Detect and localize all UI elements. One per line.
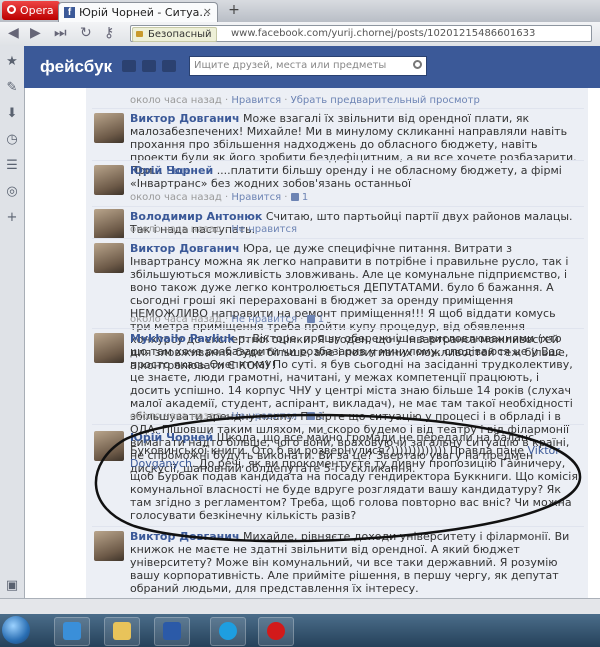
comment: Володимир Антонюк Считаю, што партьойці … bbox=[92, 206, 584, 239]
comment-meta: около часа назад · Нравится · Убрать пре… bbox=[130, 95, 480, 106]
key-icon[interactable]: ⚷ bbox=[104, 25, 114, 41]
friend-requests-icon[interactable] bbox=[122, 60, 136, 72]
comment-body: Юрій Чорней ....платити більшу оренду і … bbox=[130, 164, 562, 190]
search-icon[interactable] bbox=[413, 60, 422, 69]
comment-meta: около часа назад · Не нравится bbox=[130, 224, 297, 235]
facebook-search-input[interactable]: Ищите друзей, места или предметы bbox=[189, 56, 427, 76]
unlike-link[interactable]: Не нравится bbox=[231, 224, 297, 235]
opera-side-panel: ★ ✎ ⬇ ◷ ☰ ◎ + ▣ bbox=[0, 46, 25, 614]
comment-body: Юрій Чорней Шкода, що все майно громади … bbox=[130, 431, 578, 522]
avatar[interactable] bbox=[94, 531, 124, 561]
like-link[interactable]: Нравится bbox=[231, 192, 281, 203]
forward-icon[interactable]: ▶ bbox=[30, 25, 41, 41]
file-explorer-button[interactable] bbox=[104, 617, 140, 646]
bookmarks-star-icon[interactable]: ★ bbox=[4, 54, 20, 70]
comment-meta: около часа назад · Нравится · 1 bbox=[130, 192, 309, 203]
tab-title: Юрій Чорней - Ситуа... bbox=[79, 6, 210, 19]
facebook-favicon-icon: f bbox=[64, 7, 75, 18]
close-tab-icon[interactable]: × bbox=[203, 5, 212, 18]
like-icon bbox=[290, 193, 299, 201]
address-toolbar: ◀ ▶ ⏭ ↻ ⚷ Безопасный www.facebook.com/yu… bbox=[0, 22, 600, 47]
word-button[interactable] bbox=[154, 617, 190, 646]
avatar[interactable] bbox=[94, 333, 124, 363]
browser-tab-strip: Opera f Юрій Чорней - Ситуа... × + bbox=[0, 0, 600, 23]
reload-icon[interactable]: ↻ bbox=[80, 25, 92, 41]
skype-button[interactable] bbox=[210, 617, 246, 646]
notifications-icon[interactable] bbox=[162, 60, 176, 72]
facebook-header: фейсбук Ищите друзей, места или предметы bbox=[24, 46, 600, 88]
comment: Юрій Чорней Шкода, що все майно громади … bbox=[92, 424, 584, 525]
like-count[interactable]: 1 bbox=[318, 411, 324, 422]
comment: Виктор Довганич Може взагалі їх звільнит… bbox=[92, 108, 584, 177]
url-text[interactable]: www.facebook.com/yurij.chornej/posts/102… bbox=[231, 27, 535, 40]
comment-body: Виктор Довганич Михайле, рівняєте доходи… bbox=[130, 530, 570, 595]
unite-icon[interactable]: ◎ bbox=[4, 184, 20, 200]
comments-feed: около часа назад · Нравится · Убрать пре… bbox=[24, 88, 600, 614]
avatar[interactable] bbox=[94, 243, 124, 273]
facebook-logo[interactable]: фейсбук bbox=[40, 57, 112, 77]
new-tab-button[interactable]: + bbox=[226, 3, 242, 18]
like-icon bbox=[306, 315, 315, 323]
comment: Mykhailo Pavliuk п. Вікторе, прошу обере… bbox=[92, 328, 584, 475]
like-count[interactable]: 1 bbox=[302, 192, 308, 203]
notes-icon[interactable]: ✎ bbox=[4, 80, 20, 96]
avatar[interactable] bbox=[94, 113, 124, 143]
opera-taskbar-button[interactable] bbox=[258, 617, 294, 646]
comment: Юрій Чорней ....платити більшу оренду і … bbox=[92, 160, 584, 205]
comment: Виктор Довганич Михайле, рівняєте доходи… bbox=[92, 526, 584, 607]
comments-column: около часа назад · Нравится · Убрать пре… bbox=[86, 88, 588, 614]
url-field[interactable]: Безопасный www.facebook.com/yurij.chorne… bbox=[130, 25, 592, 42]
panels-icon[interactable]: ☰ bbox=[4, 158, 20, 174]
fast-forward-icon[interactable]: ⏭ bbox=[54, 25, 67, 41]
comment-meta: около часа назад · Не нравится · 1 bbox=[130, 411, 325, 422]
internet-explorer-button[interactable] bbox=[54, 617, 90, 646]
unlike-link[interactable]: Не нравится bbox=[231, 314, 297, 325]
panel-toggle-icon[interactable]: ▣ bbox=[4, 578, 20, 594]
unlike-link[interactable]: Не нравится bbox=[231, 411, 297, 422]
start-button[interactable] bbox=[2, 616, 30, 644]
like-count[interactable]: 1 bbox=[318, 314, 324, 325]
messages-icon[interactable] bbox=[142, 60, 156, 72]
comment: Виктор Довганич Юра, це дуже специфічне … bbox=[92, 238, 584, 372]
comment-meta: около часа назад · Не нравится · 1 bbox=[130, 314, 325, 325]
like-icon bbox=[306, 412, 315, 420]
add-panel-icon[interactable]: + bbox=[4, 210, 20, 226]
avatar[interactable] bbox=[94, 165, 124, 195]
history-icon[interactable]: ◷ bbox=[4, 132, 20, 148]
security-badge[interactable]: Безопасный bbox=[132, 27, 217, 42]
avatar[interactable] bbox=[94, 209, 124, 239]
taskbar bbox=[0, 614, 600, 647]
browser-tab[interactable]: f Юрій Чорней - Ситуа... × bbox=[58, 2, 218, 22]
avatar[interactable] bbox=[94, 431, 124, 461]
remove-preview-link[interactable]: Убрать предварительный просмотр bbox=[291, 95, 480, 106]
horizontal-scrollbar[interactable] bbox=[0, 598, 600, 615]
back-icon[interactable]: ◀ bbox=[8, 25, 19, 41]
opera-menu-button[interactable]: Opera bbox=[2, 1, 60, 20]
like-link[interactable]: Нравится bbox=[231, 95, 281, 106]
downloads-icon[interactable]: ⬇ bbox=[4, 106, 20, 122]
